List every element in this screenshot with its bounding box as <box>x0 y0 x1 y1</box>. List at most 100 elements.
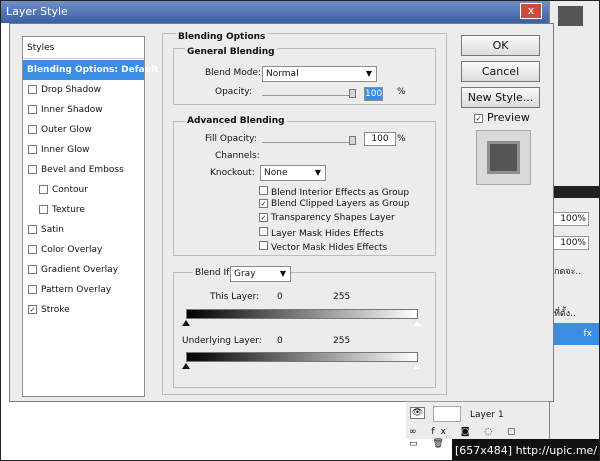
style-inner-shadow[interactable]: Inner Shadow <box>23 100 144 120</box>
fill-opacity-label: Fill Opacity: <box>205 134 257 144</box>
option-vector-mask-hides[interactable]: Vector Mask Hides Effects <box>259 241 387 253</box>
preview-label: Preview <box>487 111 530 124</box>
opacity-unit: % <box>397 87 406 97</box>
option-label: Layer Mask Hides Effects <box>271 229 384 239</box>
checkbox[interactable] <box>28 85 37 94</box>
checkbox[interactable] <box>28 265 37 274</box>
style-contour[interactable]: Contour <box>23 180 144 200</box>
opacity-slider[interactable] <box>262 95 356 96</box>
fx-layer-row: fx <box>550 323 599 345</box>
style-label: Stroke <box>41 305 70 315</box>
image-status: [657x484] http://upic.me/ <box>452 439 599 460</box>
this-layer-label: This Layer: <box>210 292 260 302</box>
blend-if-select[interactable]: Gray ▼ <box>230 266 291 282</box>
style-satin[interactable]: Satin <box>23 220 144 240</box>
style-inner-glow[interactable]: Inner Glow <box>23 140 144 160</box>
fill-opacity-unit: % <box>397 134 406 144</box>
style-blending-options[interactable]: Blending Options: Default <box>23 60 158 80</box>
preview-thumbnail <box>476 130 531 185</box>
knockout-label: Knockout: <box>210 168 255 178</box>
style-texture[interactable]: Texture <box>23 200 144 220</box>
fill-opacity-slider[interactable] <box>262 142 356 143</box>
checked-checkbox[interactable]: ✓ <box>259 213 268 222</box>
checkbox[interactable] <box>259 241 268 250</box>
fill-opacity-slider-thumb[interactable] <box>349 136 356 145</box>
checkbox[interactable] <box>39 185 48 194</box>
advanced-blending-title: Advanced Blending <box>185 116 287 126</box>
knockout-value: None <box>264 168 288 178</box>
checkbox[interactable] <box>28 165 37 174</box>
blend-if-group <box>173 272 436 388</box>
option-layer-mask-hides[interactable]: Layer Mask Hides Effects <box>259 227 384 239</box>
layer-text-1: กดจะ.. <box>554 267 582 277</box>
dialog-titlebar: Layer Style <box>1 1 561 23</box>
option-label: Transparency Shapes Layer <box>271 213 395 223</box>
style-label: Satin <box>41 225 64 235</box>
bottom-layer-strip: 👁 Layer 1 ∞ fx ◙ ◌ ▢ ▭ 🗑 <box>406 401 549 449</box>
blend-mode-select[interactable]: Normal ▼ <box>262 66 377 82</box>
channels-label: Channels: <box>215 151 260 161</box>
checkbox[interactable] <box>259 186 268 195</box>
checkbox[interactable] <box>259 227 268 236</box>
opacity-slider-thumb[interactable] <box>349 89 356 98</box>
panel-separator <box>550 186 599 198</box>
style-stroke[interactable]: ✓ Stroke <box>23 300 144 320</box>
style-label: Contour <box>52 185 88 195</box>
this-layer-left-handle[interactable] <box>182 320 190 326</box>
style-label: Inner Shadow <box>41 105 103 115</box>
style-label: Drop Shadow <box>41 85 102 95</box>
style-color-overlay[interactable]: Color Overlay <box>23 240 144 260</box>
checked-checkbox[interactable]: ✓ <box>259 199 268 208</box>
layer-text-2: ที่ตั้ง.. <box>554 309 576 319</box>
option-label: Blend Interior Effects as Group <box>271 188 410 198</box>
chevron-down-icon: ▼ <box>314 168 321 177</box>
layer-toolbar: ∞ fx ◙ ◌ ▢ ▭ 🗑 <box>409 427 522 449</box>
checkbox[interactable] <box>28 105 37 114</box>
blend-if-label: Blend If: <box>193 268 235 278</box>
knockout-select[interactable]: None ▼ <box>260 165 326 181</box>
fill-opacity-input[interactable]: 100 <box>364 132 396 146</box>
style-outer-glow[interactable]: Outer Glow <box>23 120 144 140</box>
close-button[interactable]: x <box>520 3 542 19</box>
dialog-title: Layer Style <box>6 5 68 18</box>
checkbox[interactable] <box>28 225 37 234</box>
option-label: Blend Clipped Layers as Group <box>271 199 410 209</box>
checkbox[interactable] <box>28 285 37 294</box>
checkbox[interactable] <box>28 245 37 254</box>
checked-checkbox[interactable]: ✓ <box>28 305 37 314</box>
blend-mode-label: Blend Mode: <box>205 68 262 78</box>
new-style-button[interactable]: New Style... <box>461 87 540 108</box>
style-gradient-overlay[interactable]: Gradient Overlay <box>23 260 144 280</box>
opacity-field-1: 100% <box>551 212 589 226</box>
checkbox[interactable] <box>39 205 48 214</box>
style-bevel-emboss[interactable]: Bevel and Emboss <box>23 160 144 180</box>
checked-checkbox[interactable]: ✓ <box>474 114 483 123</box>
chevron-down-icon: ▼ <box>279 269 286 278</box>
opacity-input[interactable]: 100 <box>364 87 383 101</box>
underlying-layer-left-handle[interactable] <box>182 363 190 369</box>
style-label: Blending Options: Default <box>27 65 159 75</box>
style-label: Inner Glow <box>41 145 90 155</box>
this-layer-min: 0 <box>277 292 283 302</box>
blending-options-title: Blending Options <box>176 32 268 42</box>
option-blend-clipped[interactable]: ✓ Blend Clipped Layers as Group <box>259 199 409 209</box>
style-drop-shadow[interactable]: Drop Shadow <box>23 80 144 100</box>
cancel-button[interactable]: Cancel <box>461 61 540 82</box>
preview-swatch <box>487 141 520 174</box>
option-transparency-shapes[interactable]: ✓ Transparency Shapes Layer <box>259 213 395 223</box>
layer-style-dialog: Styles Blending Options: Default Drop Sh… <box>9 23 554 402</box>
checkbox[interactable] <box>28 125 37 134</box>
background-panel: 100% 100% กดจะ.. ที่ตั้ง.. fx <box>549 1 599 460</box>
ok-button[interactable]: OK <box>461 35 540 56</box>
preview-option[interactable]: ✓ Preview <box>474 111 530 124</box>
this-layer-right-handle[interactable] <box>413 320 421 326</box>
underlying-layer-right-handle[interactable] <box>413 363 421 369</box>
style-label: Color Overlay <box>41 245 103 255</box>
checkbox[interactable] <box>28 145 37 154</box>
panel-icon <box>558 6 583 26</box>
option-blend-interior[interactable]: Blend Interior Effects as Group <box>259 186 409 198</box>
style-pattern-overlay[interactable]: Pattern Overlay <box>23 280 144 300</box>
general-blending-title: General Blending <box>185 47 277 57</box>
underlying-layer-label: Underlying Layer: <box>182 336 262 346</box>
eye-icon[interactable]: 👁 <box>410 407 425 419</box>
